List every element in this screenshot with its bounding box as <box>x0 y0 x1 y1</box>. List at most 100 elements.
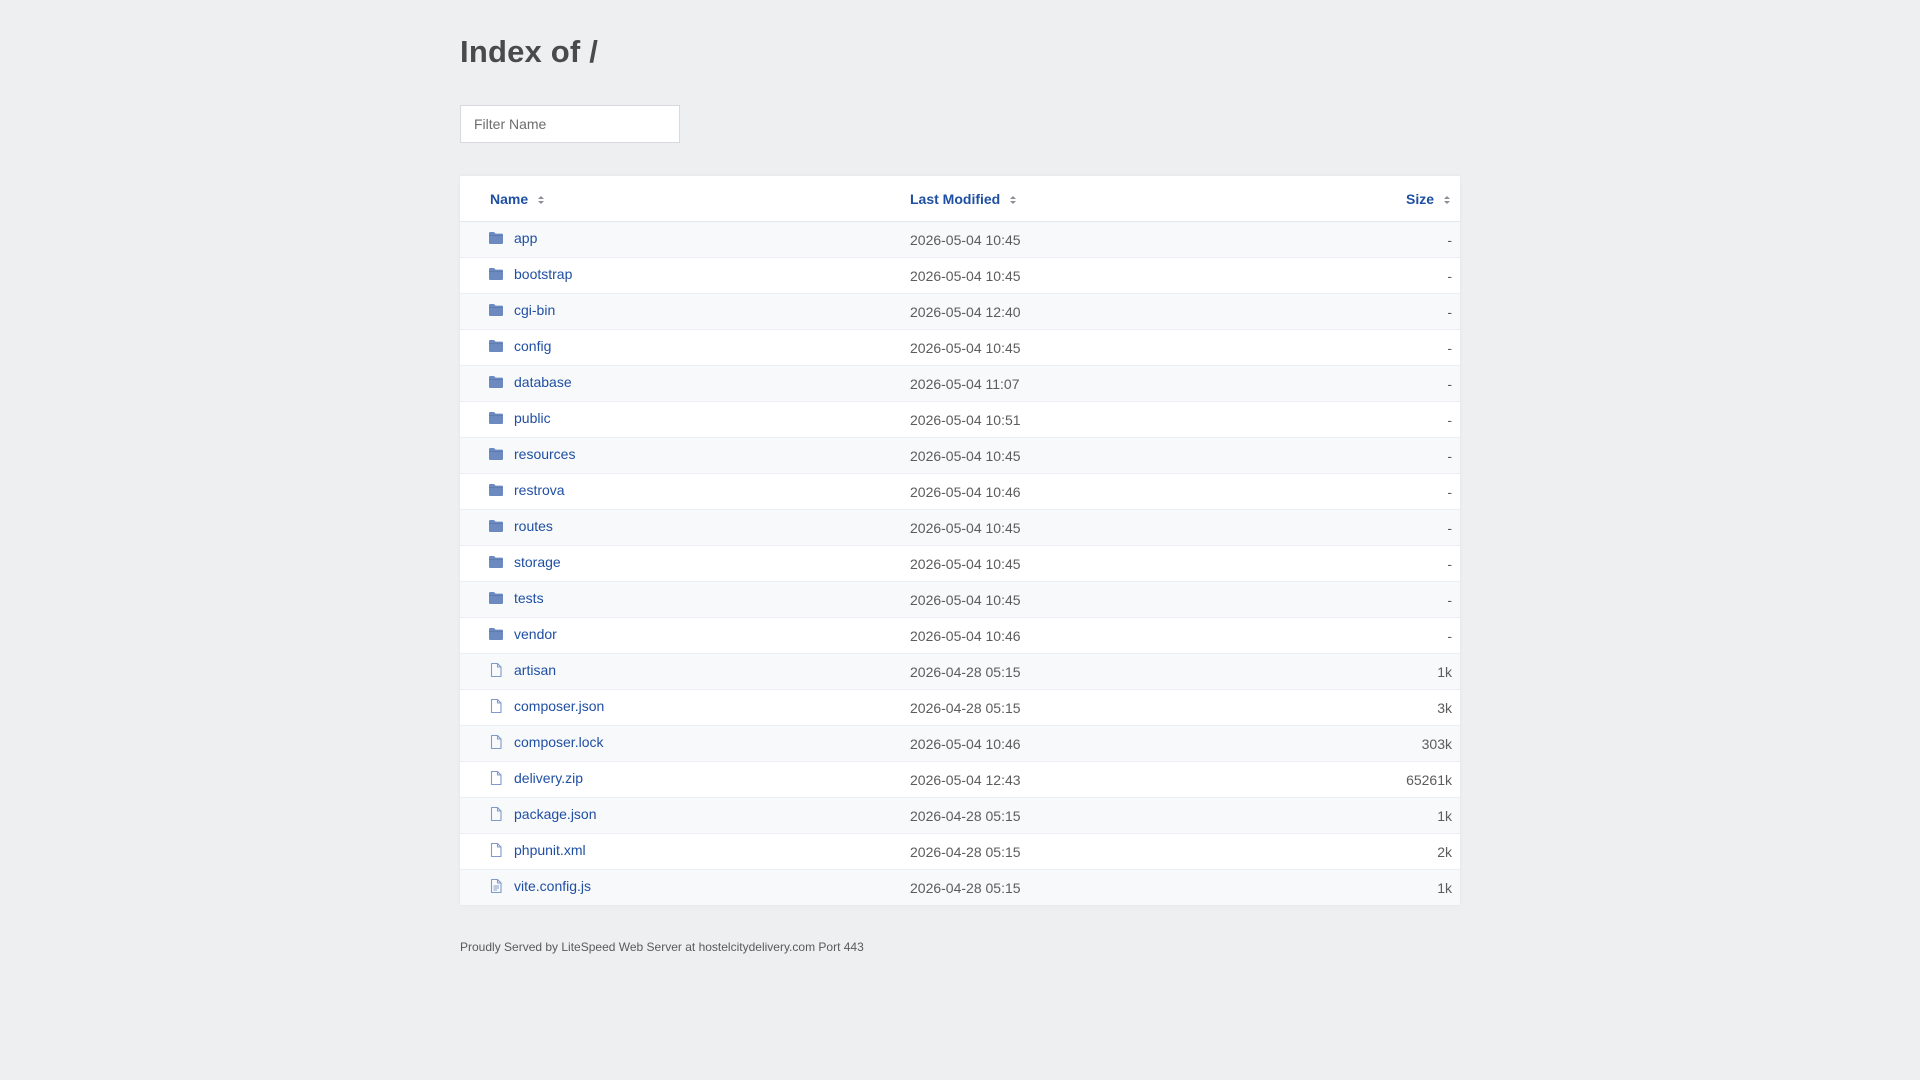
table-row: composer.json 2026-04-28 05:15 3k <box>460 689 1460 726</box>
cell-name: config <box>460 329 910 366</box>
file-table: Name Last Modified Size app 2026-05-04 1… <box>460 176 1460 905</box>
file-table-card: Name Last Modified Size app 2026-05-04 1… <box>460 176 1460 905</box>
entry-name: delivery.zip <box>514 770 583 786</box>
cell-size: - <box>1290 545 1460 582</box>
entry-link[interactable]: cgi-bin <box>488 302 555 318</box>
file-icon <box>488 842 504 858</box>
entry-link[interactable]: tests <box>488 590 544 606</box>
file-icon <box>488 770 504 786</box>
cell-last-modified: 2026-04-28 05:15 <box>910 653 1290 690</box>
entry-name: restrova <box>514 482 565 498</box>
sort-by-last-modified-link[interactable]: Last Modified <box>910 191 1018 207</box>
file-text-icon <box>488 878 504 894</box>
entry-name: vendor <box>514 626 557 642</box>
table-row: resources 2026-05-04 10:45- <box>460 437 1460 474</box>
entry-link[interactable]: composer.json <box>488 698 604 714</box>
entry-link[interactable]: public <box>488 410 551 426</box>
table-row: database 2026-05-04 11:07- <box>460 365 1460 402</box>
folder-icon <box>488 230 504 246</box>
filter-name-input[interactable] <box>460 105 680 143</box>
entry-link[interactable]: routes <box>488 518 553 534</box>
cell-size: 1k <box>1290 869 1460 905</box>
folder-icon <box>488 518 504 534</box>
entry-name: package.json <box>514 806 597 822</box>
cell-size: - <box>1290 617 1460 654</box>
cell-name: routes <box>460 509 910 546</box>
cell-last-modified: 2026-05-04 10:46 <box>910 725 1290 762</box>
sort-icon <box>538 195 545 204</box>
entry-link[interactable]: vite.config.js <box>488 878 591 894</box>
entry-name: config <box>514 338 552 354</box>
header-name-label: Name <box>490 190 529 207</box>
cell-name: composer.lock <box>460 725 910 762</box>
cell-last-modified: 2026-05-04 10:45 <box>910 329 1290 366</box>
cell-name: cgi-bin <box>460 293 910 330</box>
entry-link[interactable]: app <box>488 230 537 246</box>
entry-link[interactable]: artisan <box>488 662 556 678</box>
entry-link[interactable]: config <box>488 338 551 354</box>
entry-name: public <box>514 410 551 426</box>
entry-link[interactable]: vendor <box>488 626 557 642</box>
cell-size: - <box>1290 509 1460 546</box>
header-size: Size <box>1290 176 1460 222</box>
entry-link[interactable]: resources <box>488 446 575 462</box>
sort-icon <box>1010 195 1017 204</box>
cell-name: public <box>460 401 910 438</box>
folder-icon <box>488 590 504 606</box>
entry-link[interactable]: database <box>488 374 572 390</box>
sort-icon <box>1444 195 1450 204</box>
entry-link[interactable]: storage <box>488 554 561 570</box>
cell-name: delivery.zip <box>460 761 910 798</box>
entry-name: cgi-bin <box>514 302 556 318</box>
cell-size: - <box>1290 581 1460 618</box>
entry-name: app <box>514 230 538 246</box>
cell-last-modified: 2026-04-28 05:15 <box>910 689 1290 726</box>
cell-name: vite.config.js <box>460 869 910 905</box>
cell-name: bootstrap <box>460 257 910 294</box>
cell-last-modified: 2026-05-04 10:45 <box>910 545 1290 582</box>
cell-last-modified: 2026-05-04 10:51 <box>910 401 1290 438</box>
sort-by-name-link[interactable]: Name <box>490 191 546 207</box>
file-rows: app 2026-05-04 10:45- bootstrap 2026-05-04 … <box>460 221 1460 905</box>
table-row: bootstrap 2026-05-04 10:45- <box>460 257 1460 294</box>
entry-name: routes <box>514 518 553 534</box>
entry-name: resources <box>514 446 576 462</box>
entry-name: bootstrap <box>514 266 573 282</box>
table-row: package.json 2026-04-28 05:15 1k <box>460 797 1460 834</box>
cell-size: 1k <box>1290 653 1460 690</box>
page-title: Index of / <box>460 34 599 69</box>
table-row: artisan 2026-04-28 05:15 1k <box>460 653 1460 690</box>
cell-last-modified: 2026-05-04 10:45 <box>910 581 1290 618</box>
table-row: vendor 2026-05-04 10:46- <box>460 617 1460 654</box>
cell-size: - <box>1290 293 1460 330</box>
entry-link[interactable]: phpunit.xml <box>488 842 586 858</box>
table-row: storage 2026-05-04 10:45- <box>460 545 1460 582</box>
header-last-modified: Last Modified <box>910 176 1290 222</box>
entry-link[interactable]: package.json <box>488 806 597 822</box>
server-footer: Proudly Served by LiteSpeed Web Server a… <box>460 940 864 954</box>
entry-link[interactable]: bootstrap <box>488 266 572 282</box>
cell-name: resources <box>460 437 910 474</box>
entry-name: tests <box>514 590 544 606</box>
cell-size: 3k <box>1290 689 1460 726</box>
cell-name: app <box>460 221 910 258</box>
cell-size: 303k <box>1290 725 1460 762</box>
entry-name: phpunit.xml <box>514 842 586 858</box>
entry-link[interactable]: restrova <box>488 482 565 498</box>
cell-size: 1k <box>1290 797 1460 834</box>
table-row: vite.config.js 2026-04-28 05:15 1k <box>460 869 1460 905</box>
header-name: Name <box>460 176 910 222</box>
table-row: phpunit.xml 2026-04-28 05:15 2k <box>460 833 1460 870</box>
cell-name: tests <box>460 581 910 618</box>
table-row: routes 2026-05-04 10:45- <box>460 509 1460 546</box>
folder-icon <box>488 374 504 390</box>
entry-link[interactable]: composer.lock <box>488 734 603 750</box>
cell-last-modified: 2026-05-04 10:45 <box>910 509 1290 546</box>
cell-name: phpunit.xml <box>460 833 910 870</box>
sort-by-size-link[interactable]: Size <box>1406 191 1452 207</box>
cell-size: - <box>1290 257 1460 294</box>
table-row: tests 2026-05-04 10:45- <box>460 581 1460 618</box>
file-icon <box>488 662 504 678</box>
table-row: delivery.zip 2026-05-04 12:43 65261k <box>460 761 1460 798</box>
entry-link[interactable]: delivery.zip <box>488 770 583 786</box>
